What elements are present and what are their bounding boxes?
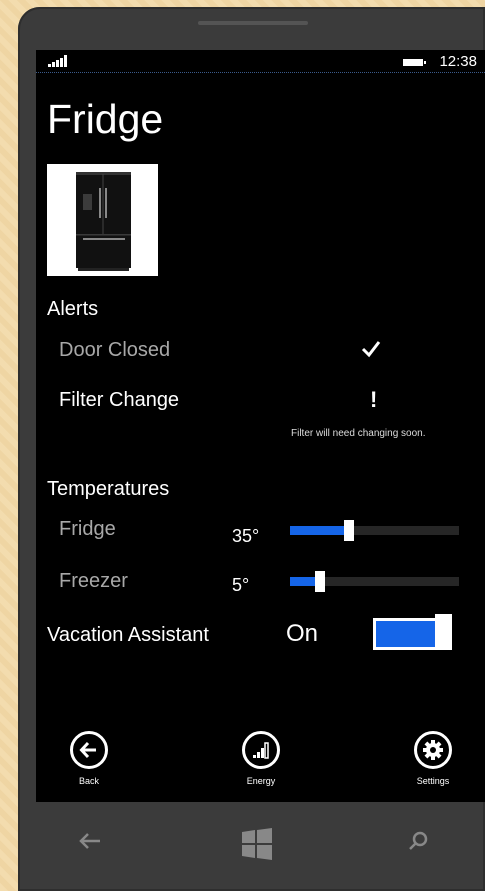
alert-door-label: Door Closed (59, 339, 171, 361)
vacation-state-label: On (286, 620, 319, 647)
energy-icon (242, 731, 280, 769)
status-time: 12:38 (439, 53, 477, 70)
alert-filter-label: Filter Change (59, 389, 180, 411)
temperatures-heading: Temperatures (47, 478, 170, 500)
temp-freezer-label: Freezer (59, 570, 128, 592)
page-title: Fridge (47, 96, 164, 142)
search-nav-icon[interactable] (408, 830, 430, 857)
toggle-track (373, 618, 440, 650)
status-bar: 12:38 (36, 50, 485, 73)
slider-fill (290, 526, 349, 535)
freezer-temp-slider[interactable] (290, 571, 459, 592)
checkmark-icon (361, 340, 381, 363)
back-arrow-icon (70, 731, 108, 769)
settings-button-label: Settings (416, 776, 450, 786)
back-button-label: Back (78, 776, 99, 786)
speaker-grille (198, 21, 308, 25)
settings-button[interactable]: Settings (393, 731, 473, 786)
energy-button-label: Energy (246, 776, 276, 786)
vacation-label: Vacation Assistant (47, 624, 209, 646)
exclamation-icon: ! (370, 387, 378, 412)
toggle-knob (435, 614, 452, 650)
fridge-image (47, 164, 158, 276)
navigation-bar (18, 802, 485, 891)
slider-thumb[interactable] (315, 571, 325, 592)
filter-note: Filter will need changing soon. (291, 428, 426, 439)
energy-button[interactable]: Energy (221, 731, 301, 786)
gear-icon (414, 731, 452, 769)
temp-fridge-value: 35° (232, 526, 260, 546)
back-button[interactable]: Back (49, 731, 129, 786)
slider-thumb[interactable] (344, 520, 354, 541)
app-screen: 12:38 Fridge Alerts Door Closed Filter C… (36, 50, 485, 802)
signal-icon (48, 55, 67, 67)
temp-fridge-label: Fridge (59, 518, 116, 540)
battery-icon (403, 59, 426, 66)
alerts-heading: Alerts (47, 298, 99, 320)
temp-freezer-value: 5° (232, 575, 250, 595)
windows-start-icon[interactable] (240, 827, 274, 866)
phone-frame: 12:38 Fridge Alerts Door Closed Filter C… (18, 7, 485, 891)
vacation-toggle[interactable] (373, 614, 453, 650)
fridge-temp-slider[interactable] (290, 520, 459, 541)
back-nav-icon[interactable] (78, 830, 102, 857)
